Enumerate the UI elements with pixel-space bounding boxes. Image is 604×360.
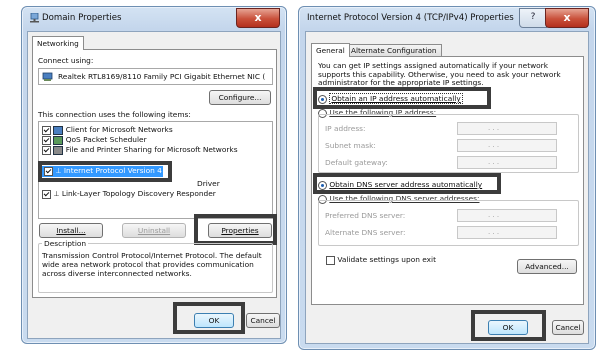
preferred-dns-field[interactable]: . . .	[457, 209, 557, 222]
general-panel: You can get IP settings assigned automat…	[311, 56, 584, 305]
highlight-ok-button	[173, 302, 245, 334]
uninstall-button[interactable]: Uninstall	[122, 223, 186, 238]
window-title: Domain Properties	[42, 13, 122, 23]
subnet-mask-label: Subnet mask:	[325, 141, 376, 150]
title-bar[interactable]: Domain Properties x	[22, 7, 286, 31]
install-button[interactable]: Install...	[39, 223, 103, 238]
highlight-obtain-dns	[313, 173, 501, 194]
tab-networking[interactable]: Networking	[32, 36, 84, 50]
list-item[interactable]: Client for Microsoft Networks	[42, 125, 173, 135]
list-item[interactable]: ⊥ Link-Layer Topology Discovery Responde…	[42, 189, 216, 199]
advanced-button[interactable]: Advanced...	[517, 259, 577, 274]
validate-checkbox[interactable]	[326, 255, 335, 265]
adapter-icon	[42, 71, 53, 84]
preferred-dns-label: Preferred DNS server:	[325, 211, 406, 220]
validate-checkbox-row[interactable]: Validate settings upon exit	[326, 255, 436, 265]
close-button[interactable]: x	[545, 8, 589, 28]
tab-general[interactable]: General	[311, 43, 350, 57]
help-button[interactable]: ?	[519, 8, 547, 28]
printer-icon	[53, 145, 64, 155]
list-item[interactable]: File and Printer Sharing for Microsoft N…	[42, 145, 238, 155]
adapter-name: Realtek RTL8169/8110 Family PCI Gigabit …	[58, 72, 266, 81]
item-label: Link-Layer Topology Discovery Responder	[61, 189, 216, 198]
intro-text: You can get IP settings assigned automat…	[318, 61, 561, 87]
ip-address-field[interactable]: . . .	[457, 122, 557, 135]
item-label: Client for Microsoft Networks	[65, 125, 173, 134]
connect-using-label: Connect using:	[38, 56, 94, 65]
dialog-client: Networking Connect using: Realtek RTL816…	[27, 31, 281, 339]
checkbox-qos[interactable]	[42, 135, 51, 145]
default-gateway-label: Default gateway:	[325, 158, 388, 167]
item-label: Driver	[197, 179, 220, 188]
items-label: This connection uses the following items…	[38, 110, 191, 119]
checkbox-client[interactable]	[42, 125, 51, 135]
client-icon	[53, 125, 64, 135]
description-label: Description	[42, 239, 89, 248]
protocol-icon: ⊥	[53, 190, 60, 198]
checkbox-lltd[interactable]	[42, 189, 51, 199]
checkbox-file-sharing[interactable]	[42, 145, 51, 155]
dialog-client: General Alternate Configuration You can …	[305, 31, 589, 344]
adapter-field: Realtek RTL8169/8110 Family PCI Gigabit …	[38, 68, 273, 85]
item-label: QoS Packet Scheduler	[65, 135, 147, 144]
dns-group	[318, 200, 579, 246]
cancel-button[interactable]: Cancel	[246, 313, 280, 328]
close-button[interactable]: x	[236, 8, 280, 28]
configure-button[interactable]: Configure...	[209, 90, 271, 105]
alternate-dns-field[interactable]: . . .	[457, 226, 557, 239]
list-item[interactable]: Driver	[197, 179, 220, 188]
ip-address-label: IP address:	[325, 124, 366, 133]
highlight-ok-button	[471, 310, 546, 341]
cancel-button[interactable]: Cancel	[552, 320, 584, 335]
networking-panel: Connect using: Realtek RTL8169/8110 Fami…	[32, 49, 277, 298]
highlight-obtain-ip	[313, 87, 491, 109]
list-item[interactable]: QoS Packet Scheduler	[42, 135, 147, 145]
item-label: File and Printer Sharing for Microsoft N…	[65, 145, 238, 154]
highlight-ipv4-item	[38, 161, 172, 182]
qos-icon	[53, 135, 64, 145]
window-title: Internet Protocol Version 4 (TCP/IPv4) P…	[307, 13, 514, 23]
title-bar[interactable]: Internet Protocol Version 4 (TCP/IPv4) P…	[299, 7, 595, 31]
domain-properties-window: Domain Properties x Networking Connect u…	[21, 6, 287, 344]
ipv4-properties-window: Internet Protocol Version 4 (TCP/IPv4) P…	[298, 6, 596, 350]
subnet-mask-field[interactable]: . . .	[457, 139, 557, 152]
description-text: Transmission Control Protocol/Internet P…	[42, 251, 262, 278]
alternate-dns-label: Alternate DNS server:	[325, 228, 406, 237]
network-icon	[30, 12, 39, 23]
default-gateway-field[interactable]: . . .	[457, 156, 557, 169]
highlight-properties-button	[194, 214, 277, 245]
